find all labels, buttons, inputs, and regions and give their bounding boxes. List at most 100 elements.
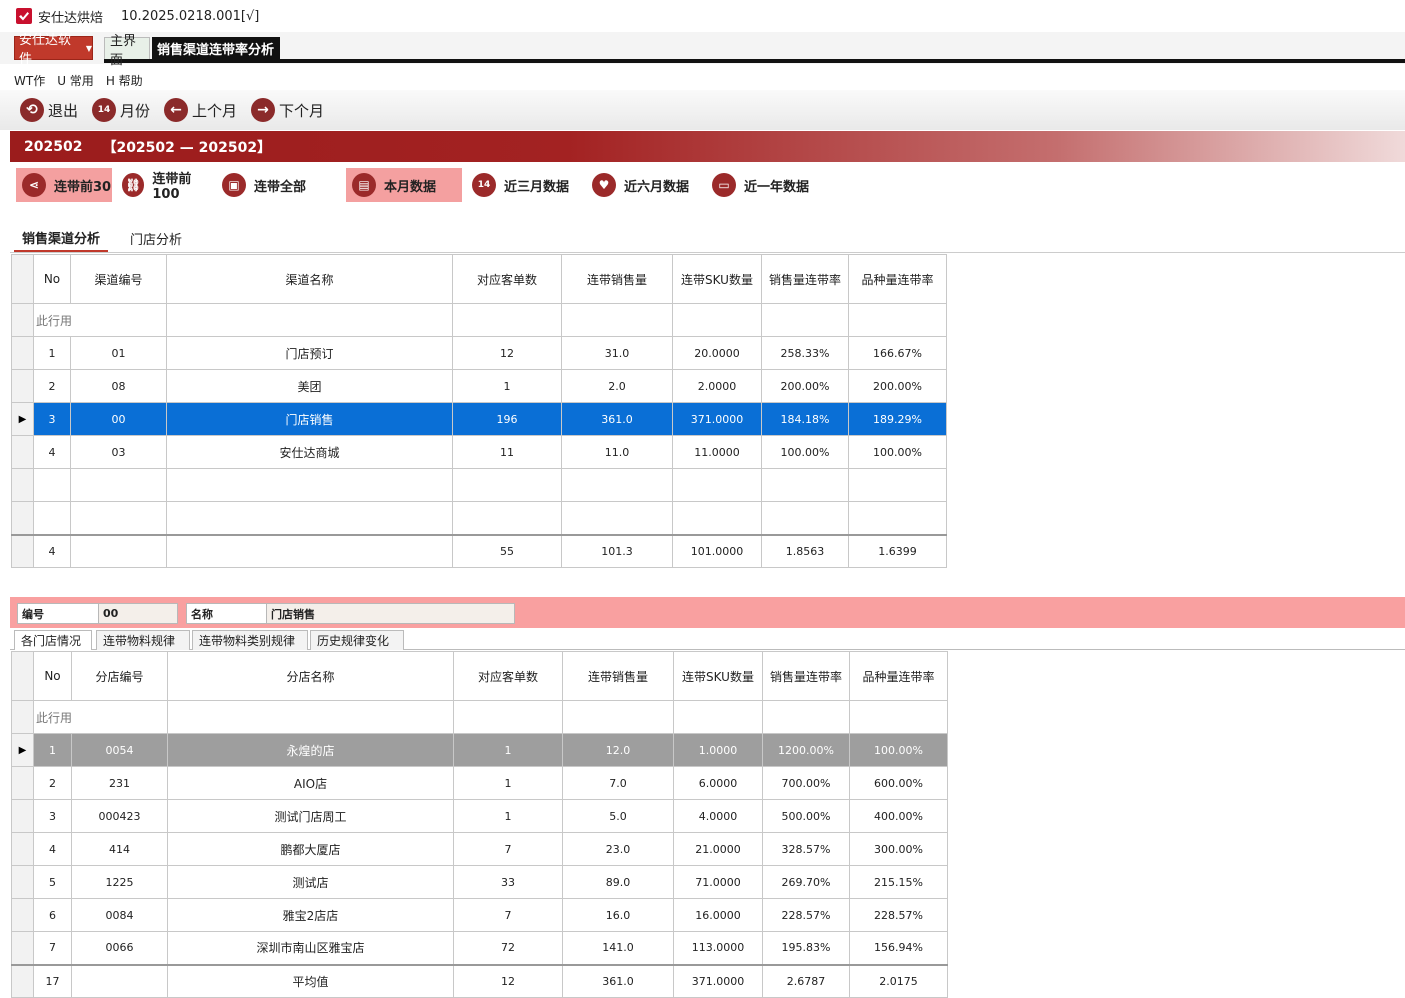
table-cell: 4 bbox=[33, 435, 71, 469]
prev-month-button[interactable]: ← 上个月 bbox=[164, 98, 237, 122]
total-cell: 1.8563 bbox=[761, 533, 849, 568]
table-cell: 深圳市南山区雅宝店 bbox=[167, 931, 454, 965]
tab-store-analysis[interactable]: 门店分析 bbox=[122, 225, 192, 252]
code-label: 编号 bbox=[17, 603, 99, 624]
table-cell: 6.0000 bbox=[673, 766, 763, 800]
store-table: No 分店编号 分店名称 对应客单数 连带销售量 连带SKU数量 销售量连带率 … bbox=[11, 651, 948, 998]
table-cell: 113.0000 bbox=[673, 931, 763, 965]
tab-store-status[interactable]: 各门店情况 bbox=[14, 630, 92, 650]
tab-category-pattern[interactable]: 连带物料类别规律 bbox=[192, 630, 308, 650]
column-header[interactable]: 连带SKU数量 bbox=[673, 651, 763, 701]
chart-icon: ▣ bbox=[222, 173, 246, 197]
tab-history-change[interactable]: 历史规律变化 bbox=[310, 630, 404, 650]
total-cell: 101.0000 bbox=[672, 533, 762, 568]
filter-this-month-button[interactable]: ▤ 本月数据 bbox=[346, 168, 462, 202]
table-row[interactable]: ▶ 1 0054 永煌的店 1 12.0 1.0000 1200.00% 100.00% bbox=[11, 733, 948, 767]
table-cell: 200.00% bbox=[848, 369, 947, 403]
empty-row bbox=[11, 501, 947, 535]
table-cell: 6 bbox=[33, 898, 72, 932]
exit-button[interactable]: ⟲ 退出 bbox=[20, 98, 78, 122]
pinned-row-label: 此行用 bbox=[33, 303, 167, 337]
monitor-icon: ▭ bbox=[712, 173, 736, 197]
table-row[interactable]: 1 01 门店预订 12 31.0 20.0000 258.33% 166.67% bbox=[11, 336, 947, 370]
table-cell: 2.0 bbox=[561, 369, 673, 403]
pinned-row[interactable]: 此行用 bbox=[11, 700, 948, 734]
table-cell: 1225 bbox=[71, 865, 168, 899]
pinned-row[interactable]: 此行用 bbox=[11, 303, 947, 337]
tab-channel-analysis-section[interactable]: 销售渠道分析 bbox=[14, 225, 108, 252]
table-cell: 600.00% bbox=[849, 766, 948, 800]
table-cell: 269.70% bbox=[762, 865, 850, 899]
filter-3-months-button[interactable]: 14 近三月数据 bbox=[466, 168, 580, 202]
toolbar: ⟲ 退出 14 月份 ← 上个月 → 下个月 bbox=[0, 90, 1405, 130]
table-cell: 11.0000 bbox=[672, 435, 762, 469]
heart-icon: ♥ bbox=[592, 173, 616, 197]
filter-top30-button[interactable]: ⋖ 连带前30 bbox=[16, 168, 112, 202]
table-cell: 门店预订 bbox=[166, 336, 453, 370]
tab-material-pattern[interactable]: 连带物料规律 bbox=[96, 630, 190, 650]
table-row[interactable]: 2 231 AIO店 1 7.0 6.0000 700.00% 600.00% bbox=[11, 766, 948, 800]
column-header[interactable]: 对应客单数 bbox=[453, 651, 563, 701]
column-header[interactable]: 连带销售量 bbox=[562, 651, 674, 701]
menu-help[interactable]: H 帮助 bbox=[106, 72, 143, 89]
window-title: 安仕达烘焙 bbox=[38, 10, 104, 26]
table-cell: 7 bbox=[33, 931, 72, 965]
total-cell: 101.3 bbox=[561, 533, 673, 568]
table-cell: 08 bbox=[70, 369, 167, 403]
total-cell: 55 bbox=[452, 533, 562, 568]
table-row[interactable]: 5 1225 测试店 33 89.0 71.0000 269.70% 215.15% bbox=[11, 865, 948, 899]
total-cell bbox=[70, 533, 167, 568]
column-header[interactable]: No bbox=[33, 651, 72, 701]
table-cell: 3 bbox=[33, 402, 71, 436]
table-cell: 1 bbox=[453, 799, 563, 833]
column-header[interactable]: 对应客单数 bbox=[452, 254, 562, 304]
table-row[interactable]: ▶ 3 00 门店销售 196 361.0 371.0000 184.18% 189.29% bbox=[11, 402, 947, 436]
column-header[interactable]: 品种量连带率 bbox=[848, 254, 947, 304]
column-header[interactable]: 销售量连带率 bbox=[762, 651, 850, 701]
next-month-button[interactable]: → 下个月 bbox=[251, 98, 324, 122]
column-header[interactable]: 连带销售量 bbox=[561, 254, 673, 304]
table-row[interactable]: 7 0066 深圳市南山区雅宝店 72 141.0 113.0000 195.83% 156.… bbox=[11, 931, 948, 965]
row-indicator: ▶ bbox=[11, 733, 34, 767]
current-row-arrow-icon: ▶ bbox=[18, 413, 27, 425]
tab-channel-analysis[interactable]: 销售渠道连带率分析 bbox=[152, 37, 280, 59]
app-version: 10.2025.0218.001[√] bbox=[121, 8, 260, 24]
channel-table: No 渠道编号 渠道名称 对应客单数 连带销售量 连带SKU数量 销售量连带率 … bbox=[11, 254, 947, 568]
brand-menu-button[interactable]: 安仕达软件 ▼ bbox=[14, 33, 93, 67]
total-cell: 371.0000 bbox=[673, 963, 763, 998]
column-header[interactable]: 分店编号 bbox=[71, 651, 168, 701]
pinned-row-label: 此行用 bbox=[33, 700, 168, 734]
menu-common[interactable]: U 常用 bbox=[57, 72, 94, 89]
column-header[interactable]: 渠道编号 bbox=[70, 254, 167, 304]
filter-6-months-button[interactable]: ♥ 近六月数据 bbox=[586, 168, 700, 202]
row-indicator bbox=[11, 369, 34, 403]
table-cell: 228.57% bbox=[762, 898, 850, 932]
table-row[interactable]: 6 0084 雅宝2店店 7 16.0 16.0000 228.57% 228.57% bbox=[11, 898, 948, 932]
filter-all-button[interactable]: ▣ 连带全部 bbox=[216, 168, 312, 202]
filter-1-year-button[interactable]: ▭ 近一年数据 bbox=[706, 168, 822, 202]
code-field[interactable]: 00 bbox=[98, 603, 178, 624]
table-cell: 16.0000 bbox=[673, 898, 763, 932]
month-button[interactable]: 14 月份 bbox=[92, 98, 150, 122]
column-header[interactable]: 渠道名称 bbox=[166, 254, 453, 304]
table-cell: 1 bbox=[452, 369, 562, 403]
column-header[interactable]: 分店名称 bbox=[167, 651, 454, 701]
table-cell: 1 bbox=[33, 733, 72, 767]
table-cell: 03 bbox=[70, 435, 167, 469]
table-cell: 测试门店周工 bbox=[167, 799, 454, 833]
column-header[interactable]: 品种量连带率 bbox=[849, 651, 948, 701]
column-header[interactable]: 销售量连带率 bbox=[761, 254, 849, 304]
column-header[interactable]: 连带SKU数量 bbox=[672, 254, 762, 304]
name-field[interactable]: 门店销售 bbox=[266, 603, 515, 624]
calendar-icon: 14 bbox=[472, 173, 496, 197]
table-header-row: No 分店编号 分店名称 对应客单数 连带销售量 连带SKU数量 销售量连带率 … bbox=[11, 651, 948, 701]
total-cell: 4 bbox=[33, 533, 71, 568]
column-header[interactable]: No bbox=[33, 254, 71, 304]
table-row[interactable]: 4 03 安仕达商城 11 11.0 11.0000 100.00% 100.00% bbox=[11, 435, 947, 469]
table-row[interactable]: 2 08 美团 1 2.0 2.0000 200.00% 200.00% bbox=[11, 369, 947, 403]
filter-top100-button[interactable]: ⛓ 连带前100 bbox=[116, 168, 214, 202]
tab-home[interactable]: 主界面 bbox=[104, 34, 150, 68]
table-row[interactable]: 3 000423 测试门店周工 1 5.0 4.0000 500.00% 400.00% bbox=[11, 799, 948, 833]
table-row[interactable]: 4 414 鹏都大厦店 7 23.0 21.0000 328.57% 300.00% bbox=[11, 832, 948, 866]
menu-work[interactable]: WT作 bbox=[14, 72, 45, 89]
